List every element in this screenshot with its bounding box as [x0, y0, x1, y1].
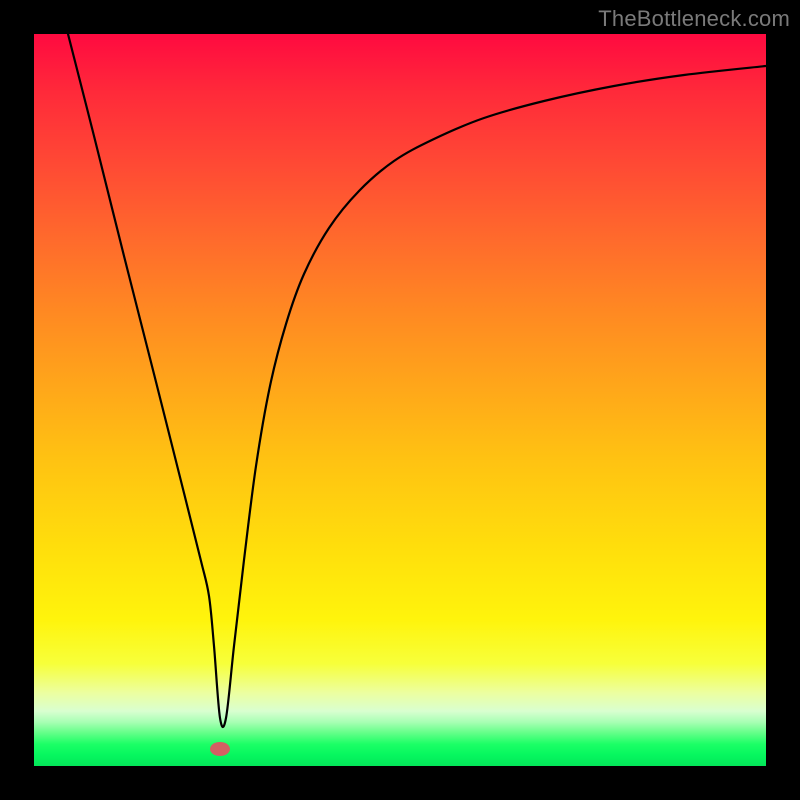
chart-frame: TheBottleneck.com	[0, 0, 800, 800]
watermark-text: TheBottleneck.com	[598, 6, 790, 32]
plot-area	[34, 34, 766, 766]
bottleneck-curve	[68, 34, 766, 727]
optimal-point-marker	[210, 742, 230, 756]
curve-layer	[34, 34, 766, 766]
